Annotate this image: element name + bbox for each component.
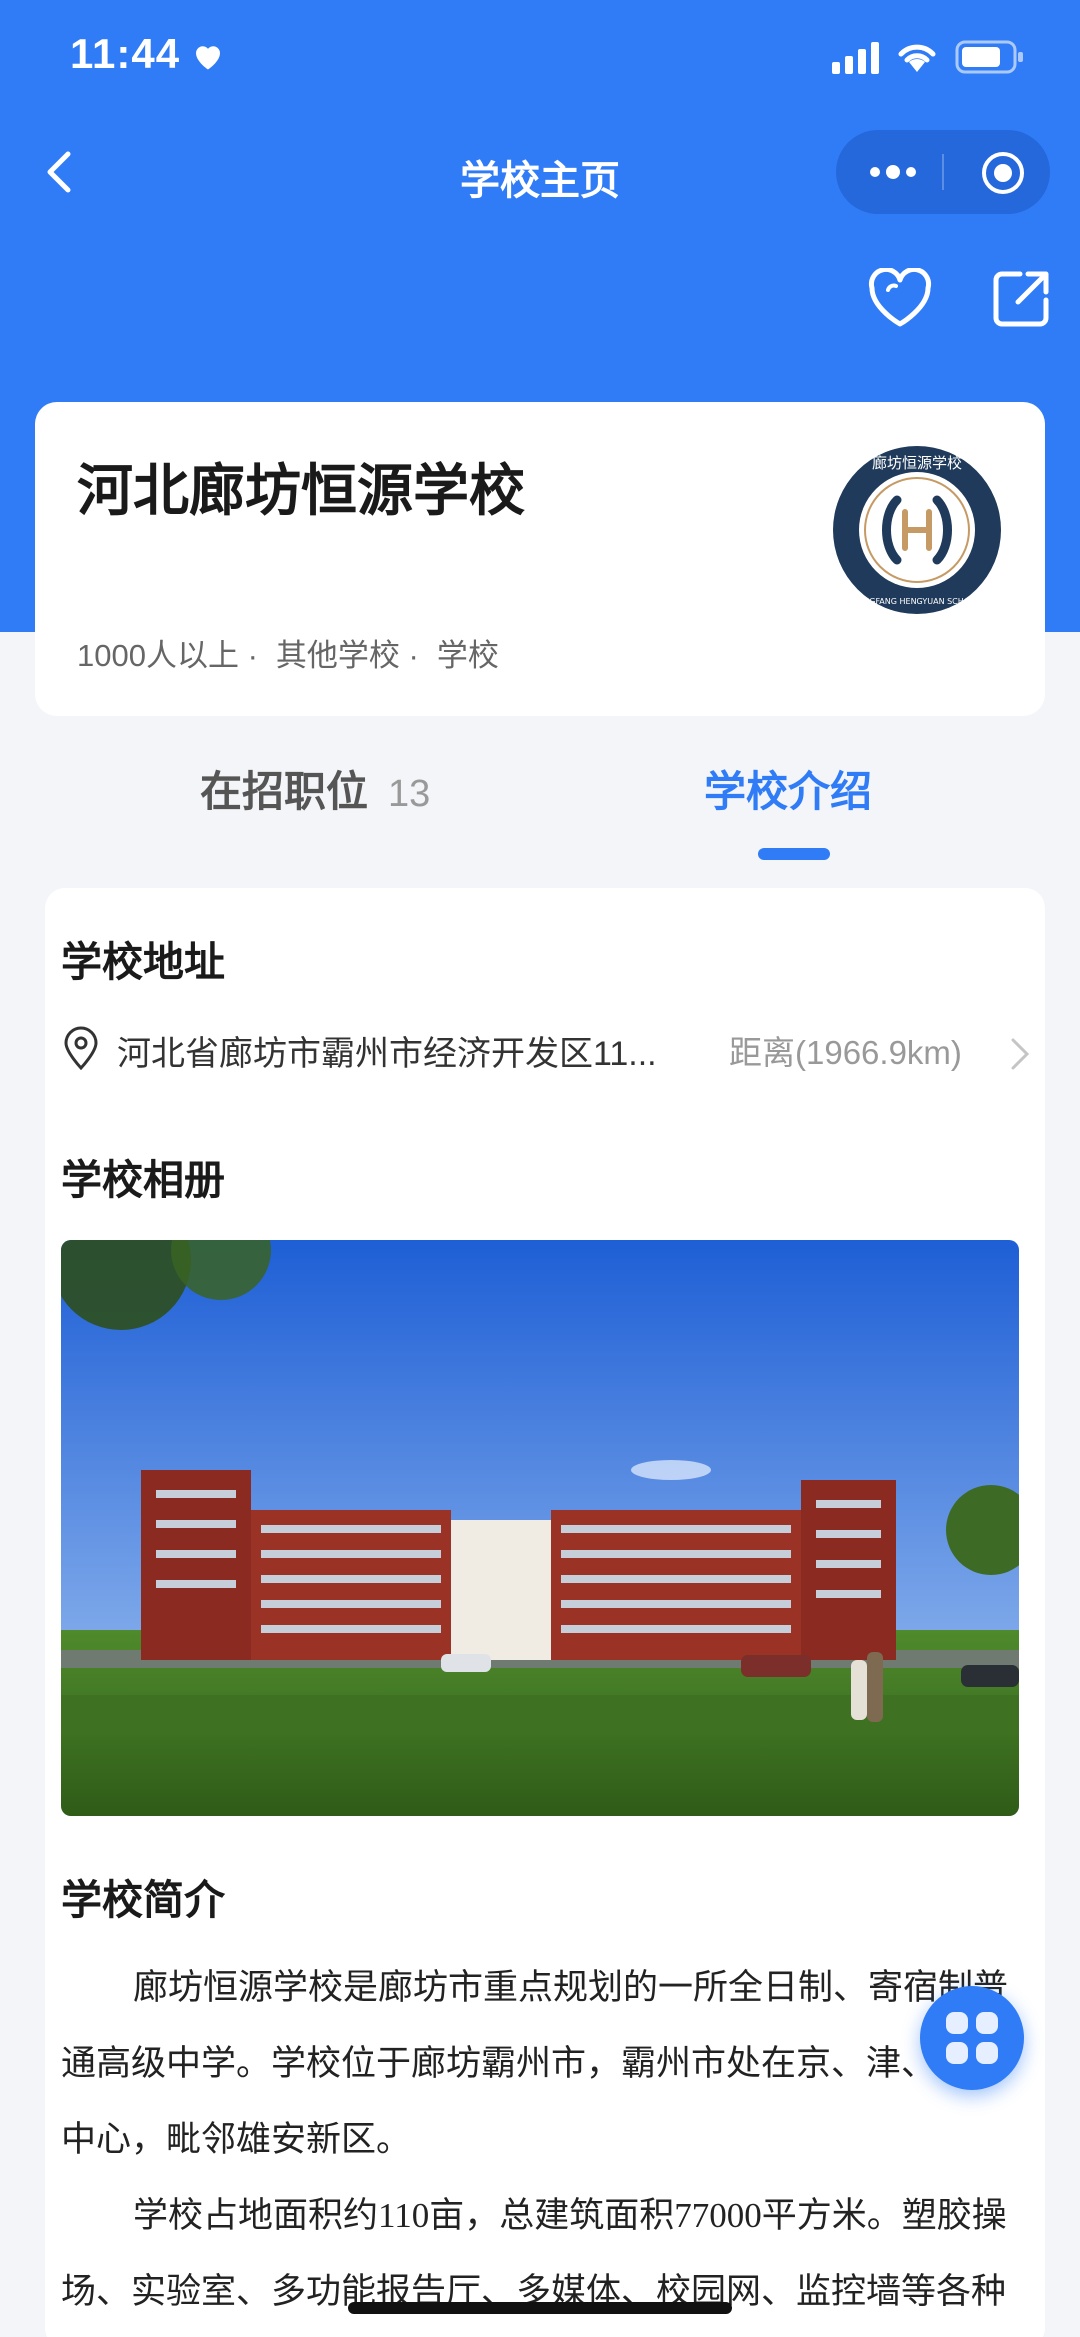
album-section-title: 学校相册 xyxy=(61,1157,225,1203)
chevron-right-icon xyxy=(1011,1038,1030,1070)
address-text: 河北省廊坊市霸州市经济开发区11... xyxy=(117,1035,657,1073)
floating-menu-button[interactable] xyxy=(920,1986,1024,2090)
mini-program-capsule xyxy=(836,130,1050,214)
logo-text: 廊坊恒源学校 xyxy=(872,454,962,472)
status-bar: 11:44 xyxy=(0,0,1080,120)
cellular-signal-icon xyxy=(832,42,879,74)
school-size: 1000人以上 · xyxy=(77,638,258,673)
open-positions-count: 13 xyxy=(388,773,431,815)
share-icon[interactable] xyxy=(990,268,1052,330)
school-logo: 廊坊恒源学校 LANGFANG HENGYUAN SCHOOL xyxy=(833,446,1001,614)
heart-status-icon xyxy=(196,46,220,70)
more-dots-icon[interactable] xyxy=(866,156,920,188)
home-indicator xyxy=(348,2302,732,2314)
address-section-title: 学校地址 xyxy=(61,939,225,985)
intro-section-title: 学校简介 xyxy=(61,1877,225,1923)
wifi-icon xyxy=(898,44,936,72)
school-name: 河北廊坊恒源学校 xyxy=(77,459,525,522)
capsule-divider xyxy=(942,154,944,190)
tab-open-positions-label: 在招职位 xyxy=(200,768,369,815)
tab-bar: 在招职位 13 学校介绍 xyxy=(0,740,1080,860)
content-card: 学校地址 河北省廊坊市霸州市经济开发区11... 距离(1966.9km) 学校… xyxy=(45,888,1045,2337)
tab-school-intro[interactable]: 学校介绍 xyxy=(704,758,872,819)
school-building-photo[interactable] xyxy=(61,1240,1019,1816)
school-category: 其他学校 · xyxy=(275,638,419,673)
battery-icon xyxy=(955,40,1023,74)
intro-paragraph-1: 廊坊恒源学校是廊坊市重点规划的一所全日制、寄宿制普通高级中学。学校位于廊坊霸州市… xyxy=(61,1968,1009,2159)
grid-menu-icon xyxy=(946,2012,998,2064)
close-target-icon[interactable] xyxy=(980,150,1026,196)
active-tab-indicator xyxy=(758,848,830,860)
school-card: 河北廊坊恒源学校 1000人以上 · 其他学校 · 学校 廊坊恒源学校 LANG… xyxy=(35,402,1045,716)
school-meta: 1000人以上 · 其他学校 · 学校 xyxy=(77,630,499,675)
logo-subtext: LANGFANG HENGYUAN SCHOOL xyxy=(853,597,981,606)
status-time: 11:44 xyxy=(70,30,181,77)
address-distance: 距离(1966.9km) xyxy=(729,1034,962,1071)
school-type: 学校 xyxy=(436,638,499,673)
address-row[interactable]: 河北省廊坊市霸州市经济开发区11... 距离(1966.9km) xyxy=(61,1018,1031,1078)
location-pin-icon xyxy=(64,1026,98,1070)
tab-open-positions[interactable]: 在招职位 13 xyxy=(200,758,430,819)
favorite-heart-icon[interactable] xyxy=(866,268,934,330)
